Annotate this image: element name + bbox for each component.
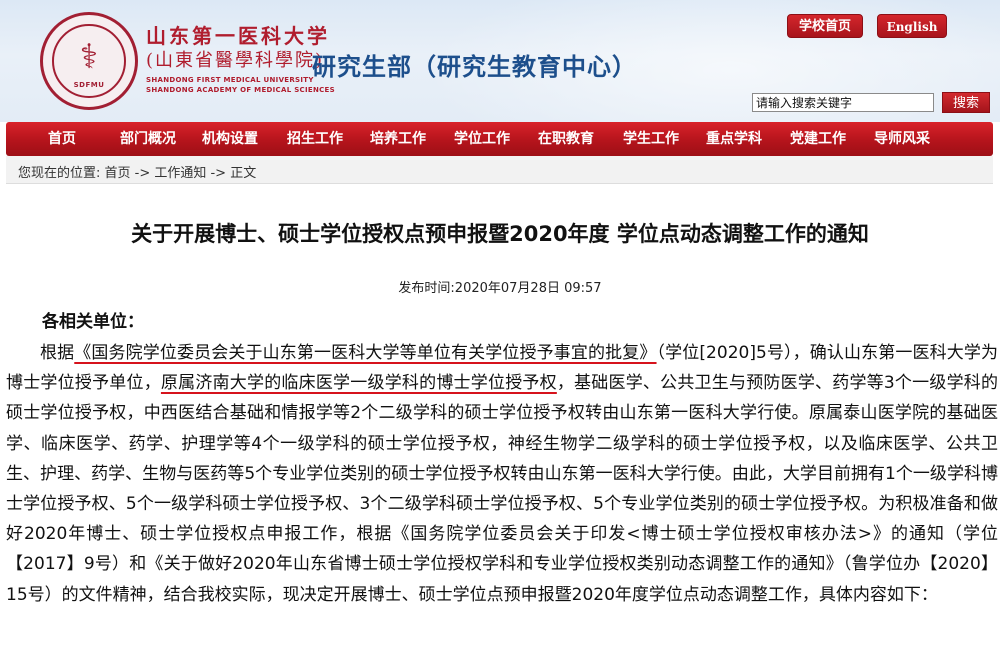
body-text-lead: 根据 (40, 343, 75, 363)
nav-item-admissions[interactable]: 招生工作 (277, 122, 353, 156)
academy-name-en: SHANDONG ACADEMY OF MEDICAL SCIENCES (146, 86, 335, 94)
nav-item-party-building[interactable]: 党建工作 (780, 122, 856, 156)
nav-item-supervisors[interactable]: 导师风采 (864, 122, 940, 156)
logo-text: SDFMU (73, 81, 105, 89)
breadcrumb-text: 您现在的位置: 首页 -> 工作通知 -> 正文 (18, 166, 257, 181)
site-header: ⚕ SDFMU 山东第一医科大学 (山東省醫學科學院) SHANDONG FIR… (0, 0, 1000, 122)
doctoral-authorization-highlight: 原属济南大学的临床医学一级学科的博士学位授予权 (160, 373, 557, 394)
university-logo-icon[interactable]: ⚕ SDFMU (40, 12, 138, 110)
nav-item-home[interactable]: 首页 (32, 122, 92, 156)
nav-item-inservice-education[interactable]: 在职教育 (528, 122, 604, 156)
nav-item-degree[interactable]: 学位工作 (444, 122, 520, 156)
nav-item-student-affairs[interactable]: 学生工作 (613, 122, 689, 156)
english-button[interactable]: English (877, 14, 947, 38)
article-body: 根据《国务院学位委员会关于山东第一医科大学等单位有关学位授予事宜的批复》（学位[… (6, 338, 998, 610)
search-button[interactable]: 搜索 (942, 92, 990, 113)
nav-item-overview[interactable]: 部门概况 (110, 122, 186, 156)
breadcrumb: 您现在的位置: 首页 -> 工作通知 -> 正文 (6, 156, 993, 184)
state-council-reply-link[interactable]: 《国务院学位委员会关于山东第一医科大学等单位有关学位授予事宜的批复》 (74, 343, 656, 363)
school-home-button[interactable]: 学校首页 (787, 14, 863, 38)
publish-time: 发布时间:2020年07月28日 09:57 (398, 281, 602, 296)
university-name-cn: 山东第一医科大学 (146, 24, 330, 48)
article-greeting: 各相关单位： (42, 312, 144, 332)
nav-item-organization[interactable]: 机构设置 (192, 122, 268, 156)
nav-item-key-disciplines[interactable]: 重点学科 (696, 122, 772, 156)
main-nav: 首页 部门概况 机构设置 招生工作 培养工作 学位工作 在职教育 学生工作 重点… (6, 122, 993, 156)
department-title: 研究生部（研究生教育中心） (312, 53, 637, 81)
university-name-cn-alt: (山東省醫學科學院) (146, 50, 325, 71)
search-input[interactable] (752, 93, 934, 112)
body-text-rest: ，基础医学、公共卫生与预防医学、药学等3个一级学科的硕士学位授予权，中西医结合基… (6, 373, 998, 605)
article-title: 关于开展博士、硕士学位授权点预申报暨2020年度 学位点动态调整工作的通知 (131, 222, 869, 246)
logo-caduceus-icon: ⚕ (79, 37, 99, 77)
nav-item-training[interactable]: 培养工作 (360, 122, 436, 156)
university-name-en: SHANDONG FIRST MEDICAL UNIVERSITY (146, 76, 314, 84)
